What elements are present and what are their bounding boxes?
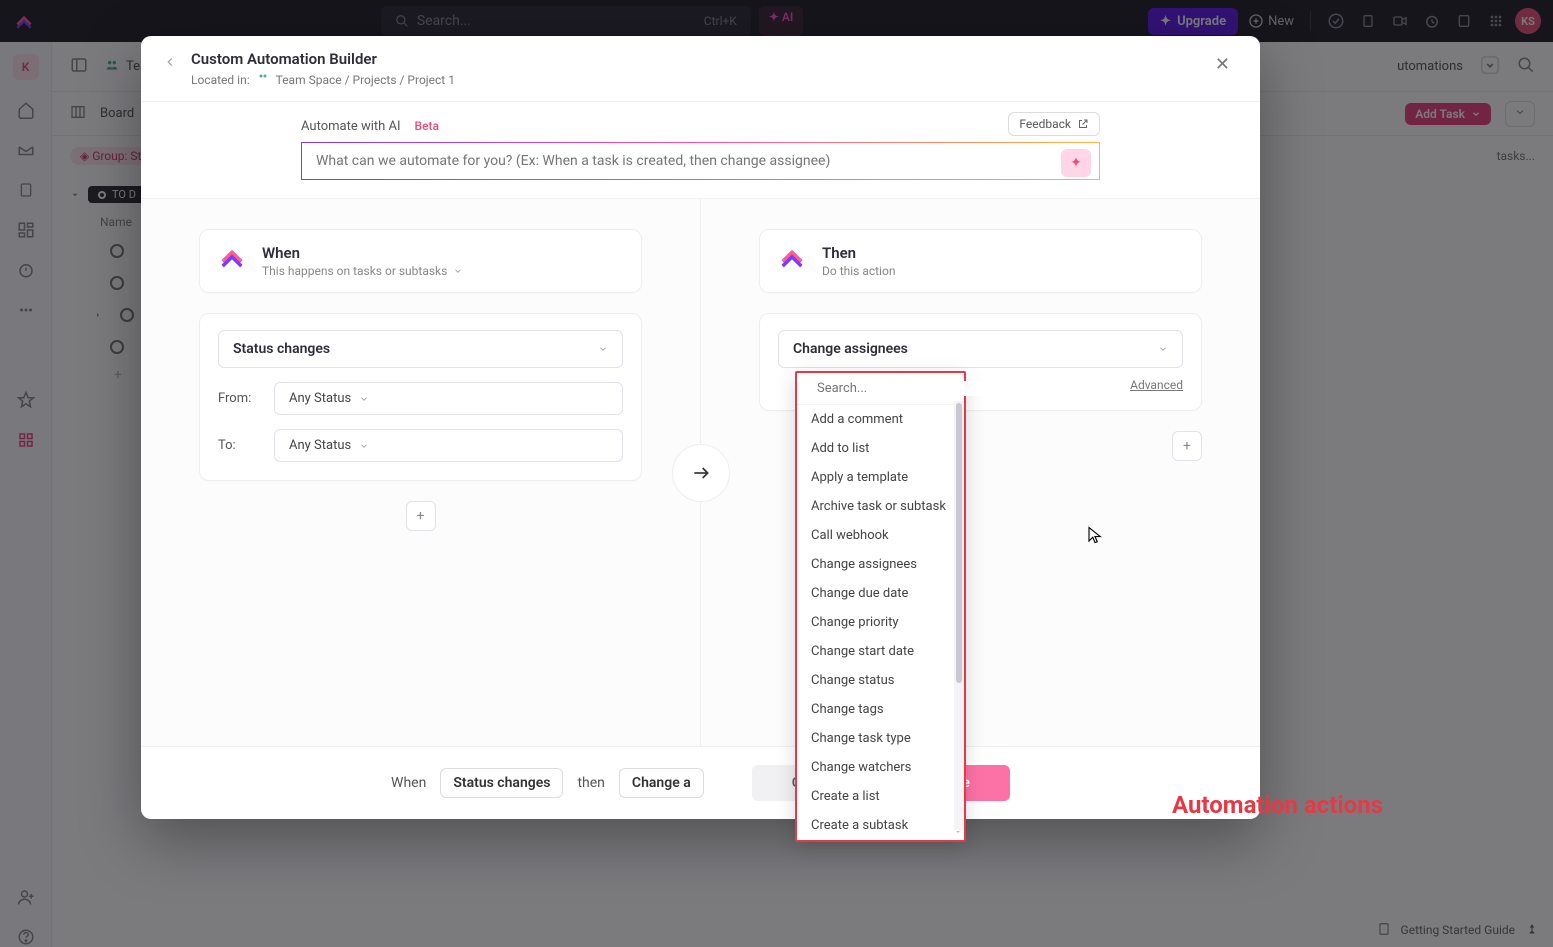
action-option[interactable]: Change priority <box>797 608 964 637</box>
then-title: Then <box>822 244 895 262</box>
action-option[interactable]: Apply a template <box>797 463 964 492</box>
ai-submit-button[interactable]: ✦ <box>1061 149 1091 177</box>
chevron-down-icon <box>1158 344 1168 354</box>
from-status-select[interactable]: Any Status <box>274 382 623 415</box>
cursor-icon <box>1086 524 1104 550</box>
action-option[interactable]: Create a list <box>797 782 964 811</box>
when-title: When <box>262 244 463 262</box>
ai-prompt-input[interactable] <box>316 153 1049 169</box>
actions-dropdown: Add a comment Add to list Apply a templa… <box>795 371 966 842</box>
automation-builder-modal: Custom Automation Builder Located in: Te… <box>141 36 1260 819</box>
when-config-card: Status changes From: Any Status To: Any … <box>199 313 642 481</box>
arrow-icon <box>672 444 730 502</box>
summary-when: When <box>391 775 426 791</box>
action-option[interactable]: Change due date <box>797 579 964 608</box>
scrollbar-thumb[interactable] <box>956 403 962 683</box>
action-option[interactable]: Add to list <box>797 434 964 463</box>
action-option[interactable]: Add a comment <box>797 405 964 434</box>
ai-input-wrap[interactable]: ✦ <box>301 142 1100 180</box>
to-label: To: <box>218 438 262 453</box>
add-trigger-button[interactable]: + <box>406 501 436 531</box>
trigger-select[interactable]: Status changes <box>218 330 623 368</box>
then-column: Then Do this action Change assignees Adv… <box>701 199 1260 746</box>
summary-change-chip[interactable]: Change a <box>619 768 704 798</box>
scroll-down-icon[interactable] <box>954 828 962 836</box>
from-label: From: <box>218 391 262 406</box>
action-option[interactable]: Change watchers <box>797 753 964 782</box>
when-subtitle: This happens on tasks or subtasks <box>262 264 447 278</box>
actions-list: Add a comment Add to list Apply a templa… <box>797 405 964 840</box>
external-link-icon <box>1077 118 1089 130</box>
action-option[interactable]: Change task type <box>797 724 964 753</box>
then-subtitle: Do this action <box>822 264 895 278</box>
modal-title: Custom Automation Builder <box>191 50 455 68</box>
chevron-down-icon <box>598 344 608 354</box>
clickup-logo-icon <box>218 244 248 274</box>
chevron-down-icon <box>359 394 369 404</box>
when-card[interactable]: When This happens on tasks or subtasks <box>199 229 642 293</box>
close-button[interactable]: ✕ <box>1207 50 1238 79</box>
action-option[interactable]: Change start date <box>797 637 964 666</box>
action-option[interactable]: Change assignees <box>797 550 964 579</box>
action-option[interactable]: Create a subtask <box>797 811 964 840</box>
located-in-label: Located in: <box>191 73 250 87</box>
feedback-button[interactable]: Feedback <box>1008 112 1100 136</box>
action-option[interactable]: Call webhook <box>797 521 964 550</box>
actions-search-input[interactable] <box>817 381 983 396</box>
action-select[interactable]: Change assignees <box>778 330 1183 368</box>
add-action-button[interactable]: + <box>1172 431 1202 461</box>
when-column: When This happens on tasks or subtasks S… <box>141 199 700 746</box>
chevron-down-icon[interactable] <box>453 266 463 276</box>
summary-then: then <box>577 775 604 791</box>
breadcrumb[interactable]: Team Space / Projects / Project 1 <box>276 73 455 87</box>
action-option[interactable]: Archive task or subtask <box>797 492 964 521</box>
back-button[interactable] <box>163 50 177 73</box>
chevron-down-icon <box>359 441 369 451</box>
clickup-logo-icon <box>778 244 808 274</box>
then-card[interactable]: Then Do this action <box>759 229 1202 293</box>
team-icon <box>256 72 270 87</box>
action-option[interactable]: Change tags <box>797 695 964 724</box>
annotation-text: Automation actions <box>1172 791 1383 819</box>
automate-ai-label: Automate with AI <box>301 119 401 134</box>
beta-chip: Beta <box>409 118 445 134</box>
action-option[interactable]: Change status <box>797 666 964 695</box>
summary-status-chip[interactable]: Status changes <box>440 768 563 798</box>
to-status-select[interactable]: Any Status <box>274 429 623 462</box>
